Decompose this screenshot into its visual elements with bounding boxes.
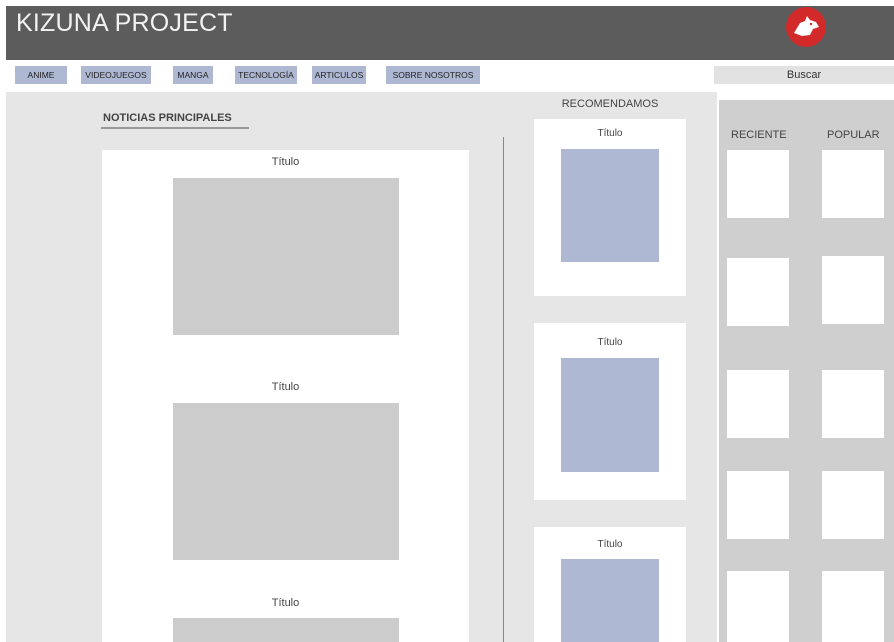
recommended-title[interactable]: Título <box>534 337 686 348</box>
news-title[interactable]: Título <box>102 381 469 393</box>
recent-item[interactable] <box>727 571 789 642</box>
site-title[interactable]: KIZUNA PROJECT <box>16 9 233 38</box>
tab-reciente[interactable]: RECIENTE <box>731 129 787 141</box>
popular-item[interactable] <box>822 256 884 324</box>
recent-item[interactable] <box>727 150 789 218</box>
recommended-title[interactable]: Título <box>534 539 686 550</box>
recommended-image[interactable] <box>561 358 659 472</box>
search-input[interactable] <box>714 66 894 84</box>
recommended-heading: RECOMENDAMOS <box>561 98 659 110</box>
recommended-title[interactable]: Título <box>534 128 686 139</box>
popular-item[interactable] <box>822 150 884 218</box>
news-image[interactable] <box>173 403 399 560</box>
section-heading: NOTICIAS PRINCIPALES <box>103 112 232 124</box>
tab-popular[interactable]: POPULAR <box>827 129 880 141</box>
recent-item[interactable] <box>727 471 789 539</box>
news-title[interactable]: Título <box>102 597 469 609</box>
recent-item[interactable] <box>727 370 789 438</box>
column-divider <box>503 137 504 642</box>
popular-item[interactable] <box>822 370 884 438</box>
wolf-logo-icon[interactable] <box>786 7 826 47</box>
news-image[interactable] <box>173 178 399 335</box>
recommended-image[interactable] <box>561 149 659 262</box>
heading-underline <box>101 127 249 129</box>
nav-manga[interactable]: MANGA <box>173 66 213 84</box>
nav-articulos[interactable]: ARTICULOS <box>312 66 366 84</box>
popular-item[interactable] <box>822 471 884 539</box>
popular-item[interactable] <box>822 571 884 642</box>
nav-tecnologia[interactable]: TECNOLOGÍA <box>235 66 297 84</box>
nav-videojuegos[interactable]: VIDEOJUEGOS <box>81 66 151 84</box>
news-image[interactable] <box>173 618 399 642</box>
recommended-image[interactable] <box>561 559 659 642</box>
nav-anime[interactable]: ANIME <box>15 66 67 84</box>
news-title[interactable]: Título <box>102 156 469 168</box>
nav-sobre-nosotros[interactable]: SOBRE NOSOTROS <box>386 66 480 84</box>
recent-item[interactable] <box>727 258 789 326</box>
